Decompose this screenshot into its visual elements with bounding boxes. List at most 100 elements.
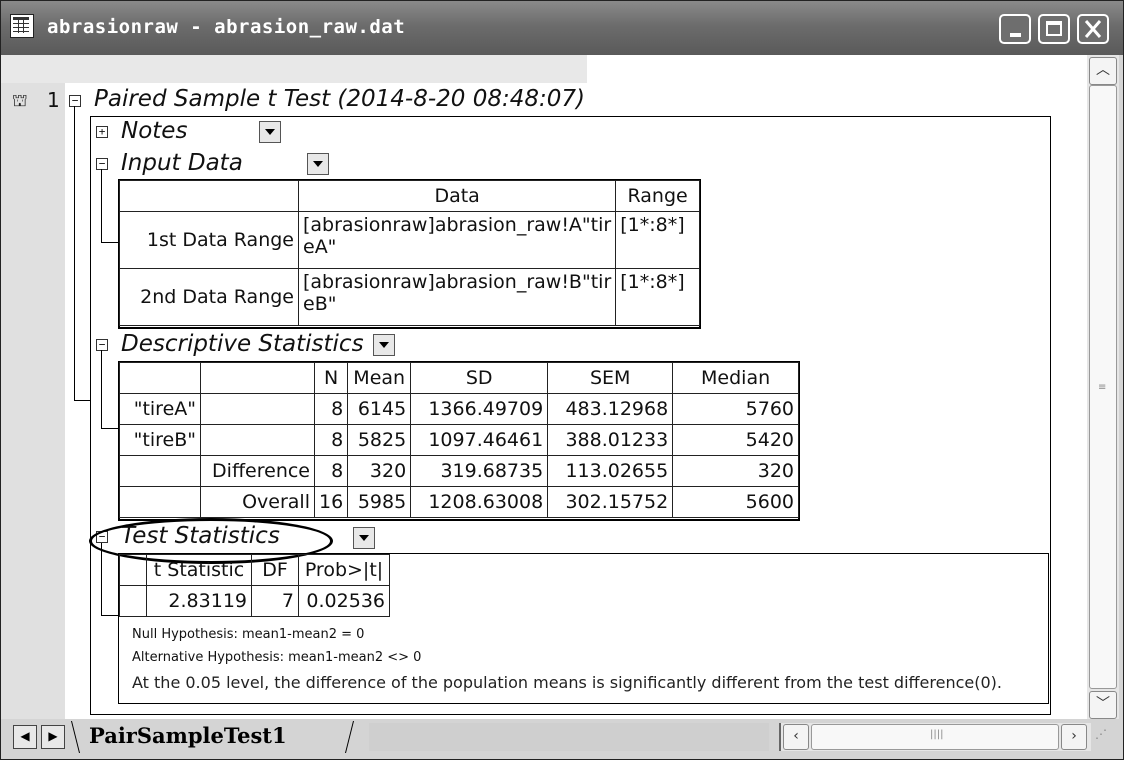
scroll-down-icon: ﹀	[1096, 696, 1110, 712]
column-header: DF	[251, 554, 299, 586]
tree-line	[101, 350, 102, 428]
cell-n: 8	[313, 455, 349, 487]
descriptive-statistics-table: N Mean SD SEM Median "tireA" 8 6145 1366…	[119, 362, 799, 518]
section-notes: Notes	[121, 118, 188, 144]
row-label	[119, 486, 201, 518]
tree-line	[101, 169, 102, 242]
section-input-data: Input Data	[121, 150, 243, 176]
row-header-margin	[1, 83, 65, 719]
cell-median: 320	[672, 455, 799, 487]
range-cell: [1*:8*]	[615, 211, 700, 269]
next-sheet-button[interactable]: ▶	[41, 725, 65, 749]
horizontal-scrollbar[interactable]: ‹ |||| ›	[779, 723, 1091, 751]
scroll-up-button[interactable]: ︿	[1089, 57, 1117, 85]
row-label: "tireB"	[119, 424, 201, 456]
row-label	[119, 455, 201, 487]
close-button[interactable]	[1077, 14, 1109, 44]
data-cell: [abrasionraw]abrasion_raw!A"tir eA"	[297, 211, 617, 269]
column-header: Prob>|t|	[298, 554, 390, 586]
collapse-descriptive-toggle[interactable]: −	[96, 339, 108, 351]
tree-line	[74, 400, 91, 401]
row-sublabel: Difference	[200, 455, 315, 487]
cell-median: 5420	[672, 424, 799, 456]
scroll-down-button[interactable]: ﹀	[1089, 691, 1117, 719]
cell-sem: 388.01233	[547, 424, 674, 456]
expand-notes-toggle[interactable]: +	[96, 126, 108, 138]
scroll-right-icon: ›	[1071, 728, 1077, 744]
report-border-bottom	[90, 714, 1051, 715]
column-header: N	[313, 362, 349, 394]
cell-mean: 320	[347, 455, 412, 487]
horizontal-scroll-thumb[interactable]: ||||	[811, 724, 1059, 750]
scroll-left-button[interactable]: ‹	[783, 724, 809, 750]
report-title: Paired Sample t Test (2014-8-20 08:48:07…	[94, 86, 586, 112]
cell-sem: 113.02655	[547, 455, 674, 487]
lock-icon[interactable]: ⛫	[12, 91, 28, 113]
resize-grip-icon[interactable]: ⋰	[1095, 727, 1107, 741]
table-row: Overall 16 5985 1208.63008 302.15752 560…	[119, 486, 799, 518]
tab-edge	[345, 721, 354, 753]
table-row: "tireA" 8 6145 1366.49709 483.12968 5760	[119, 393, 799, 425]
descriptive-dropdown-button[interactable]	[373, 334, 395, 356]
sheet-tab-pairsampletest1[interactable]: PairSampleTest1	[89, 723, 287, 748]
tree-line	[101, 543, 102, 615]
notes-dropdown-button[interactable]	[259, 121, 281, 143]
close-icon	[1084, 20, 1102, 38]
row-number: 1	[47, 88, 60, 112]
row-label: "tireA"	[119, 393, 201, 425]
triangle-left-icon: ◀	[20, 729, 30, 743]
row-sublabel	[200, 424, 315, 456]
vertical-scroll-thumb[interactable]: ≡	[1089, 85, 1117, 689]
maximize-button[interactable]	[1038, 14, 1070, 44]
tree-line	[101, 428, 119, 429]
report-border-left	[90, 116, 91, 715]
title-bar[interactable]: abrasionraw - abrasion_raw.dat	[1, 1, 1123, 55]
column-header: Median	[672, 362, 799, 394]
report-border-top	[90, 116, 1050, 117]
data-cell: [abrasionraw]abrasion_raw!B"tir eB"	[297, 268, 617, 326]
table-corner	[119, 362, 201, 394]
cell-n: 16	[313, 486, 349, 518]
workbook-window: abrasionraw - abrasion_raw.dat ⛫ 1 − Pai…	[0, 0, 1124, 760]
cell-sem: 483.12968	[547, 393, 674, 425]
test-statistics-table: t Statistic DF Prob>|t| 2.83119 7 0.0253…	[119, 554, 390, 617]
row-sublabel: Overall	[200, 486, 315, 518]
input-data-dropdown-button[interactable]	[307, 153, 329, 175]
range-cell: [1*:8*]	[615, 268, 700, 326]
table-row: 2.83119 7 0.02536	[119, 585, 390, 617]
table-corner	[119, 554, 147, 586]
cell-df: 7	[251, 585, 299, 617]
column-header: t Statistic	[146, 554, 252, 586]
scroll-right-button[interactable]: ›	[1061, 724, 1087, 750]
collapse-report-toggle[interactable]: −	[69, 95, 81, 107]
tree-line	[74, 106, 75, 400]
cell-mean: 6145	[347, 393, 412, 425]
cell-mean: 5825	[347, 424, 412, 456]
row-label: 1st Data Range	[119, 211, 299, 269]
column-header: SD	[410, 362, 549, 394]
cell-prob: 0.02536	[298, 585, 390, 617]
input-data-table: Data Range 1st Data Range [abrasionraw]a…	[119, 180, 700, 326]
row-label: 2nd Data Range	[119, 268, 299, 326]
cell-median: 5760	[672, 393, 799, 425]
grip-icon: ||||	[930, 729, 944, 740]
report-border-right	[1050, 116, 1051, 715]
cell-sem: 302.15752	[547, 486, 674, 518]
row-sublabel	[200, 393, 315, 425]
prev-sheet-button[interactable]: ◀	[13, 725, 37, 749]
window-title: abrasionraw - abrasion_raw.dat	[47, 16, 406, 38]
report-sheet: ⛫ 1 − Paired Sample t Test (2014-8-20 08…	[1, 55, 1087, 719]
app-worksheet-icon[interactable]	[10, 14, 34, 38]
minimize-button[interactable]	[999, 14, 1031, 44]
minimize-icon	[1010, 33, 1021, 37]
collapse-input-data-toggle[interactable]: −	[96, 158, 108, 170]
test-statistics-dropdown-button[interactable]	[353, 527, 375, 549]
vertical-scrollbar[interactable]: ︿ ≡ ﹀	[1087, 55, 1119, 719]
tab-edge	[71, 721, 80, 753]
cell-mean: 5985	[347, 486, 412, 518]
cell-sd: 319.68735	[410, 455, 549, 487]
scroll-up-icon: ︿	[1096, 62, 1110, 78]
column-header: Mean	[347, 362, 412, 394]
triangle-right-icon: ▶	[48, 729, 58, 743]
grip-icon: ≡	[1098, 382, 1107, 393]
